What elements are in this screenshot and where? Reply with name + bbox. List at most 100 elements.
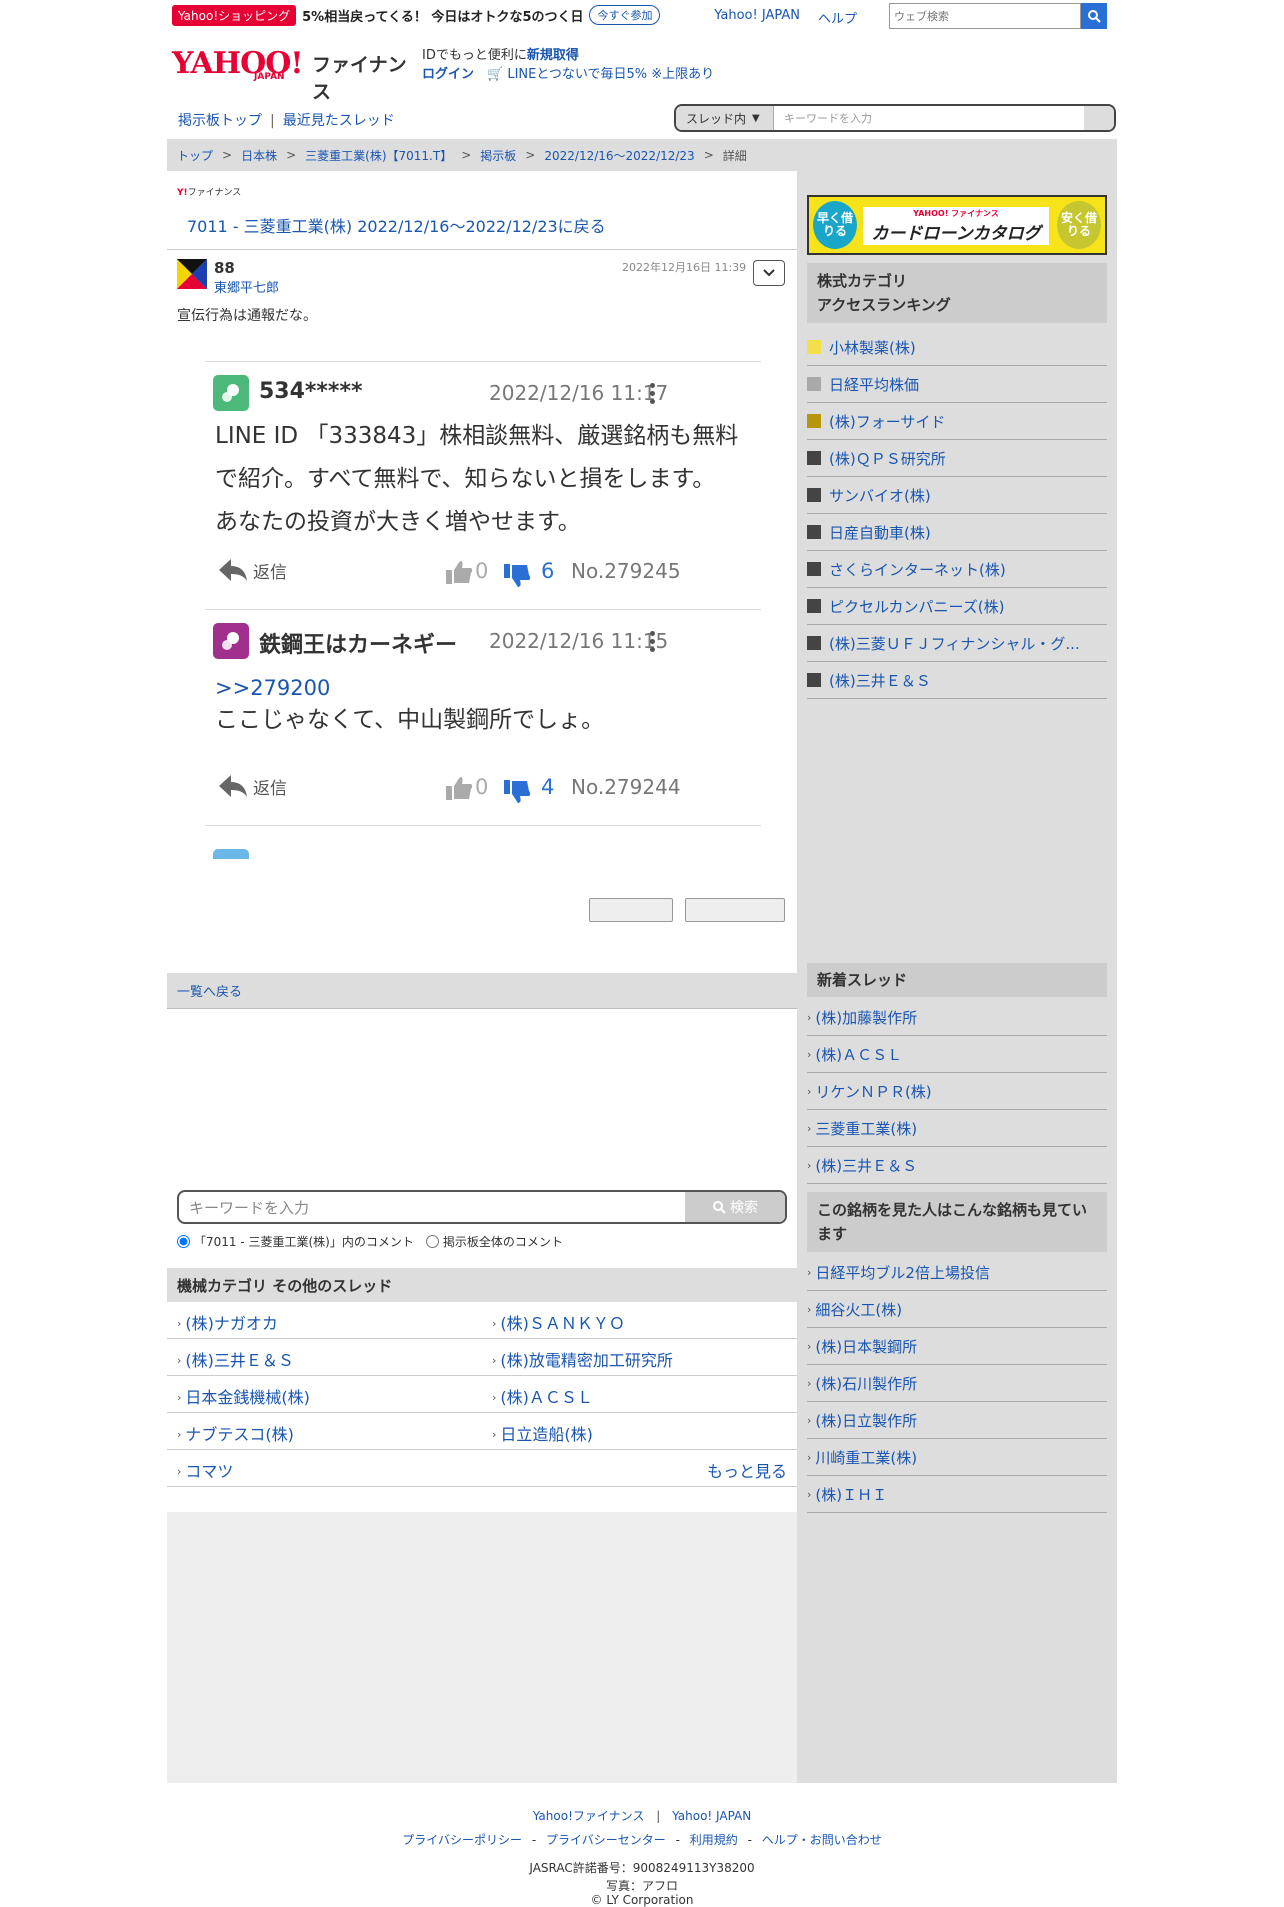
- also-viewed-item[interactable]: 日経平均ブル2倍上場投信: [807, 1254, 1107, 1291]
- other-thread-link[interactable]: (株)三井Ｅ＆Ｓ: [177, 1347, 294, 1371]
- scope-all-option[interactable]: 掲示板全体のコメント: [425, 1233, 563, 1250]
- comment-avatar: [213, 375, 249, 411]
- ranking-item[interactable]: 日産自動車(株): [807, 514, 1107, 551]
- other-thread-link[interactable]: (株)ＳＡＮＫＹＯ: [492, 1310, 625, 1334]
- back-to-list-link[interactable]: 一覧へ戻る: [177, 981, 242, 1000]
- new-thread-item[interactable]: (株)加藤製作所: [807, 999, 1107, 1036]
- comment-search-button[interactable]: 検索: [685, 1192, 785, 1222]
- thread-search-button[interactable]: [1084, 106, 1114, 130]
- ranking-item-link[interactable]: さくらインターネット(株): [829, 559, 1006, 580]
- breadcrumb-top[interactable]: トップ: [177, 147, 213, 164]
- ranking-item[interactable]: (株)三菱ＵＦＪフィナンシャル・グ...: [807, 625, 1107, 662]
- thread-search-input[interactable]: キーワードを入力: [774, 106, 1084, 130]
- web-search-button[interactable]: [1081, 3, 1107, 29]
- also-viewed-item[interactable]: (株)ＩＨＩ: [807, 1476, 1107, 1513]
- breadcrumb-board[interactable]: 掲示板: [480, 147, 516, 164]
- new-thread-item[interactable]: (株)ＡＣＳＬ: [807, 1036, 1107, 1073]
- register-link[interactable]: 新規取得: [527, 48, 579, 63]
- recent-threads-link[interactable]: 最近見たスレッド: [283, 113, 395, 129]
- new-thread-link[interactable]: リケンＮＰＲ(株): [807, 1081, 931, 1102]
- other-thread-link[interactable]: 日本金銭機械(株): [177, 1384, 310, 1408]
- promo-tag[interactable]: Yahoo!ショッピング: [172, 4, 297, 26]
- ranking-item[interactable]: (株)三井Ｅ＆Ｓ: [807, 662, 1107, 699]
- card-loan-banner[interactable]: 早く借りる YAHOO! ファイナンス カードローンカタログ 安く借りる: [807, 195, 1107, 255]
- pager-next-button[interactable]: [685, 898, 785, 922]
- other-thread-link[interactable]: (株)放電精密加工研究所: [492, 1347, 673, 1371]
- other-thread-link[interactable]: 日立造船(株): [492, 1421, 593, 1445]
- line-promo-link[interactable]: LINEとつないで毎日5% ※上限あり: [507, 67, 714, 82]
- terms-link[interactable]: 利用規約: [690, 1833, 738, 1847]
- reply-icon: [219, 559, 247, 581]
- back-to-thread-link[interactable]: 7011 - 三菱重工業(株) 2022/12/16〜2022/12/23に戻る: [187, 213, 606, 237]
- also-viewed-link[interactable]: (株)石川製作所: [807, 1373, 917, 1394]
- login-link[interactable]: ログイン: [422, 67, 474, 82]
- ranking-item[interactable]: (株)フォーサイド: [807, 403, 1107, 440]
- promo-join-button[interactable]: 今すぐ参加: [589, 5, 661, 25]
- also-viewed-link[interactable]: 川崎重工業(株): [807, 1447, 917, 1468]
- yahoo-finance-logo[interactable]: YAHOO! JAPAN ファイナンス: [172, 46, 412, 103]
- scope-thread-radio[interactable]: [177, 1235, 190, 1248]
- ranking-item[interactable]: さくらインターネット(株): [807, 551, 1107, 588]
- also-viewed-link[interactable]: 日経平均ブル2倍上場投信: [807, 1262, 990, 1283]
- also-viewed-item[interactable]: (株)日立製作所: [807, 1402, 1107, 1439]
- also-viewed-link[interactable]: 細谷火工(株): [807, 1299, 902, 1320]
- other-thread-link[interactable]: ナブテスコ(株): [177, 1421, 294, 1445]
- privacy-center-link[interactable]: プライバシーセンター: [546, 1833, 666, 1847]
- help-contact-link[interactable]: ヘルプ・お問い合わせ: [762, 1833, 882, 1847]
- rank-color-marker: [807, 414, 821, 428]
- new-thread-link[interactable]: (株)ＡＣＳＬ: [807, 1044, 902, 1065]
- help-link[interactable]: ヘルプ: [818, 8, 857, 27]
- comment-search-input[interactable]: キーワードを入力: [179, 1192, 685, 1222]
- footer-yahoo-link[interactable]: Yahoo! JAPAN: [672, 1809, 751, 1823]
- ranking-item-link[interactable]: サンバイオ(株): [829, 485, 931, 506]
- ranking-item[interactable]: 日経平均株価: [807, 366, 1107, 403]
- also-viewed-item[interactable]: (株)日本製鋼所: [807, 1328, 1107, 1365]
- also-viewed-link[interactable]: (株)日立製作所: [807, 1410, 917, 1431]
- ranking-item-link[interactable]: 日経平均株価: [829, 374, 919, 395]
- search-scope-select[interactable]: スレッド内 ▼: [676, 106, 774, 130]
- privacy-policy-link[interactable]: プライバシーポリシー: [402, 1833, 522, 1847]
- more-threads-link[interactable]: もっと見る: [707, 1458, 787, 1482]
- breadcrumb-stock[interactable]: 三菱重工業(株)【7011.T】: [305, 147, 452, 164]
- post-menu-button[interactable]: [753, 260, 785, 286]
- ranking-item[interactable]: 小林製薬(株): [807, 329, 1107, 366]
- ranking-item-link[interactable]: (株)三菱ＵＦＪフィナンシャル・グ...: [829, 633, 1080, 654]
- new-thread-link[interactable]: 三菱重工業(株): [807, 1118, 917, 1139]
- ranking-item[interactable]: サンバイオ(株): [807, 477, 1107, 514]
- ranking-item-link[interactable]: (株)ＱＰＳ研究所: [829, 448, 946, 469]
- other-thread-link[interactable]: (株)ナガオカ: [177, 1310, 278, 1334]
- promo-text[interactable]: 5%相当戻ってくる！ 今日はオトクな5のつく日: [302, 6, 583, 25]
- other-thread-link[interactable]: (株)ＡＣＳＬ: [492, 1384, 593, 1408]
- new-thread-link[interactable]: (株)三井Ｅ＆Ｓ: [807, 1155, 917, 1176]
- shopping-promo[interactable]: Yahoo!ショッピング 5%相当戻ってくる！ 今日はオトクな5のつく日 今すぐ…: [172, 4, 661, 26]
- reply-icon: [219, 775, 247, 797]
- ranking-item-link[interactable]: 日産自動車(株): [829, 522, 931, 543]
- also-viewed-item[interactable]: 川崎重工業(株): [807, 1439, 1107, 1476]
- ranking-item-link[interactable]: (株)フォーサイド: [829, 411, 945, 432]
- breadcrumb-japan-stocks[interactable]: 日本株: [241, 147, 277, 164]
- board-top-link[interactable]: 掲示板トップ: [178, 113, 262, 129]
- new-thread-item[interactable]: リケンＮＰＲ(株): [807, 1073, 1107, 1110]
- rank-color-marker: [807, 377, 821, 391]
- scope-all-radio[interactable]: [425, 1235, 439, 1248]
- ranking-item[interactable]: (株)ＱＰＳ研究所: [807, 440, 1107, 477]
- scope-thread-option[interactable]: 「7011 - 三菱重工業(株)」内のコメント: [177, 1233, 414, 1250]
- ranking-item-link[interactable]: ピクセルカンパニーズ(株): [829, 596, 1005, 617]
- also-viewed-item[interactable]: (株)石川製作所: [807, 1365, 1107, 1402]
- also-viewed-item[interactable]: 細谷火工(株): [807, 1291, 1107, 1328]
- yahoo-japan-link[interactable]: Yahoo! JAPAN: [714, 8, 800, 27]
- footer-finance-link[interactable]: Yahoo!ファイナンス: [533, 1809, 645, 1823]
- ranking-item[interactable]: ピクセルカンパニーズ(株): [807, 588, 1107, 625]
- also-viewed-link[interactable]: (株)日本製鋼所: [807, 1336, 917, 1357]
- also-viewed-link[interactable]: (株)ＩＨＩ: [807, 1484, 887, 1505]
- breadcrumb-period[interactable]: 2022/12/16〜2022/12/23: [544, 147, 694, 164]
- new-thread-item[interactable]: (株)三井Ｅ＆Ｓ: [807, 1147, 1107, 1184]
- new-thread-link[interactable]: (株)加藤製作所: [807, 1007, 917, 1028]
- post-author-link[interactable]: 東郷平七郎: [214, 277, 279, 296]
- new-thread-item[interactable]: 三菱重工業(株): [807, 1110, 1107, 1147]
- ranking-item-link[interactable]: 小林製薬(株): [829, 337, 916, 358]
- other-thread-link[interactable]: コマツ: [177, 1458, 233, 1482]
- ranking-item-link[interactable]: (株)三井Ｅ＆Ｓ: [829, 670, 931, 691]
- web-search-input[interactable]: [889, 3, 1081, 29]
- pager-prev-button[interactable]: [589, 898, 673, 922]
